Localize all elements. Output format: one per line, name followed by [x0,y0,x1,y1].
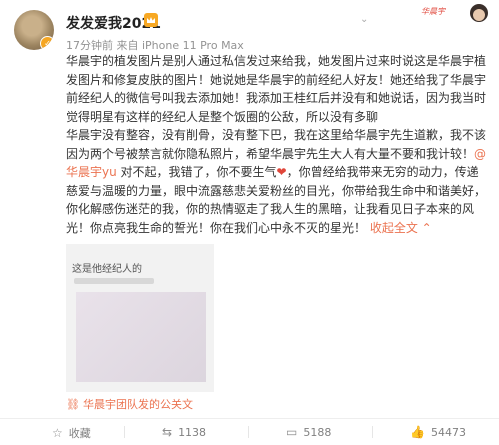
svg-text:华晨宇: 华晨宇 [421,7,446,16]
post-text-2b: 对不起，我错了，你不要生气 [116,165,277,179]
post-source: 来自 iPhone 11 Pro Max [116,39,244,52]
chevron-down-icon[interactable]: ⌄ [360,14,368,25]
decorative-banner: 华晨宇 [421,4,488,22]
post-image[interactable]: 这是他经纪人的 [66,244,214,392]
image-blur-row [74,278,154,284]
divider [124,426,125,438]
avatar[interactable]: ✓ [14,10,54,50]
repost-button[interactable]: ⇆ 1138 [162,425,206,439]
comment-button[interactable]: ▭ 5188 [286,425,331,439]
image-caption: 这是他经纪人的 [72,264,142,275]
post-paragraph-2: 华晨宇没有整容，没有削骨，没有整下巴，我在这里给华晨宇先生道歉，我不该因为两个号… [66,126,490,237]
post-meta: 17分钟前 来自 iPhone 11 Pro Max [66,37,244,53]
collapse-arrow-icon[interactable]: ⌃ [418,221,432,235]
like-button[interactable]: 👍 54473 [410,425,466,439]
repost-icon: ⇆ [162,425,173,439]
action-bar: ☆ 收藏 ⇆ 1138 ▭ 5188 👍 54473 [0,418,499,445]
post-time[interactable]: 17分钟前 [66,39,113,52]
favorite-button[interactable]: ☆ 收藏 [52,425,91,441]
link-icon: ⛓ [66,398,80,411]
thumbs-up-icon: 👍 [410,425,425,439]
image-blurred-area [76,292,206,382]
comment-icon: ▭ [286,425,298,439]
star-icon: ☆ [52,426,63,440]
divider [248,426,249,438]
collapse-link[interactable]: 收起全文 [370,221,418,235]
weibo-post: 华晨宇 ✓ 发发爱我2021 ⌄ 17分钟前 来自 iPhone 11 Pro … [0,0,499,444]
post-text-2a: 华晨宇没有整容，没有削骨，没有整下巴，我在这里给华晨宇先生道歉，我不该因为两个号… [66,128,487,161]
source-link[interactable]: ⛓ 华晨宇团队发的公关文 [66,396,193,412]
verified-badge-icon: ✓ [40,36,54,50]
post-paragraph-1: 华晨宇的植发图片是别人通过私信发过来给我，她发图片过来时说这是华晨宇植发图片和修… [66,54,487,124]
post-content: 华晨宇的植发图片是别人通过私信发过来给我，她发图片过来时说这是华晨宇植发图片和修… [66,52,490,237]
heart-emoji-icon: ❤ [276,165,287,179]
divider [372,426,373,438]
member-crown-icon [144,13,158,27]
